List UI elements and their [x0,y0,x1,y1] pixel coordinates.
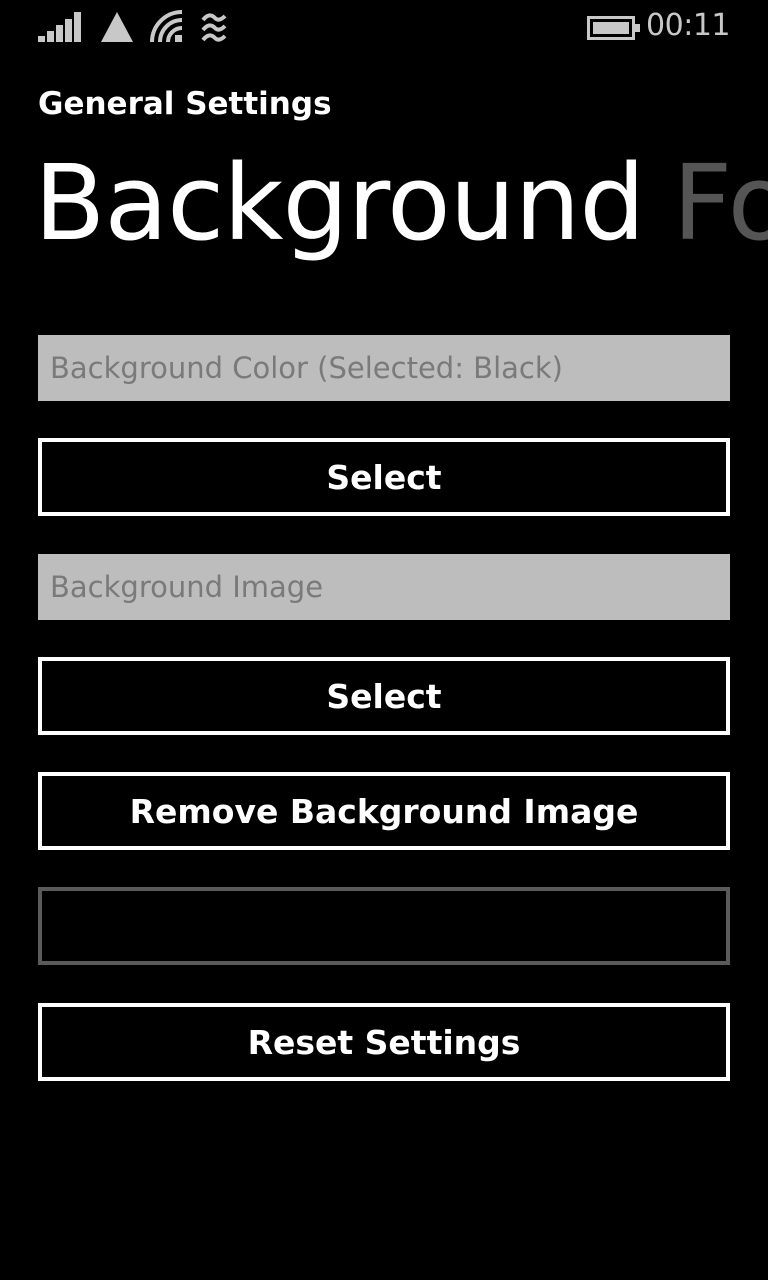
background-color-field: Background Color (Selected: Black) [38,335,730,401]
select-color-button[interactable]: Select [38,438,730,516]
battery-icon [587,16,640,40]
pivot-item-background[interactable]: Background [34,138,645,268]
remove-background-image-button[interactable]: Remove Background Image [38,772,730,850]
status-time: 00:11 [646,8,730,43]
pivot-item-font[interactable]: Fo [672,138,768,268]
wifi-icon [150,10,183,43]
data-connection-icon [101,12,133,42]
status-bar: 00:11 [0,0,768,56]
signal-strength-icon [38,12,81,42]
screen: 00:11 General Settings Background Fo Back… [0,0,768,1280]
pivot-header: Background Fo [34,138,768,268]
background-image-field: Background Image [38,554,730,620]
empty-disabled-button[interactable] [38,887,730,965]
nfc-icon [201,13,227,42]
select-image-button[interactable]: Select [38,657,730,735]
reset-settings-button[interactable]: Reset Settings [38,1003,730,1081]
app-title: General Settings [38,86,332,122]
